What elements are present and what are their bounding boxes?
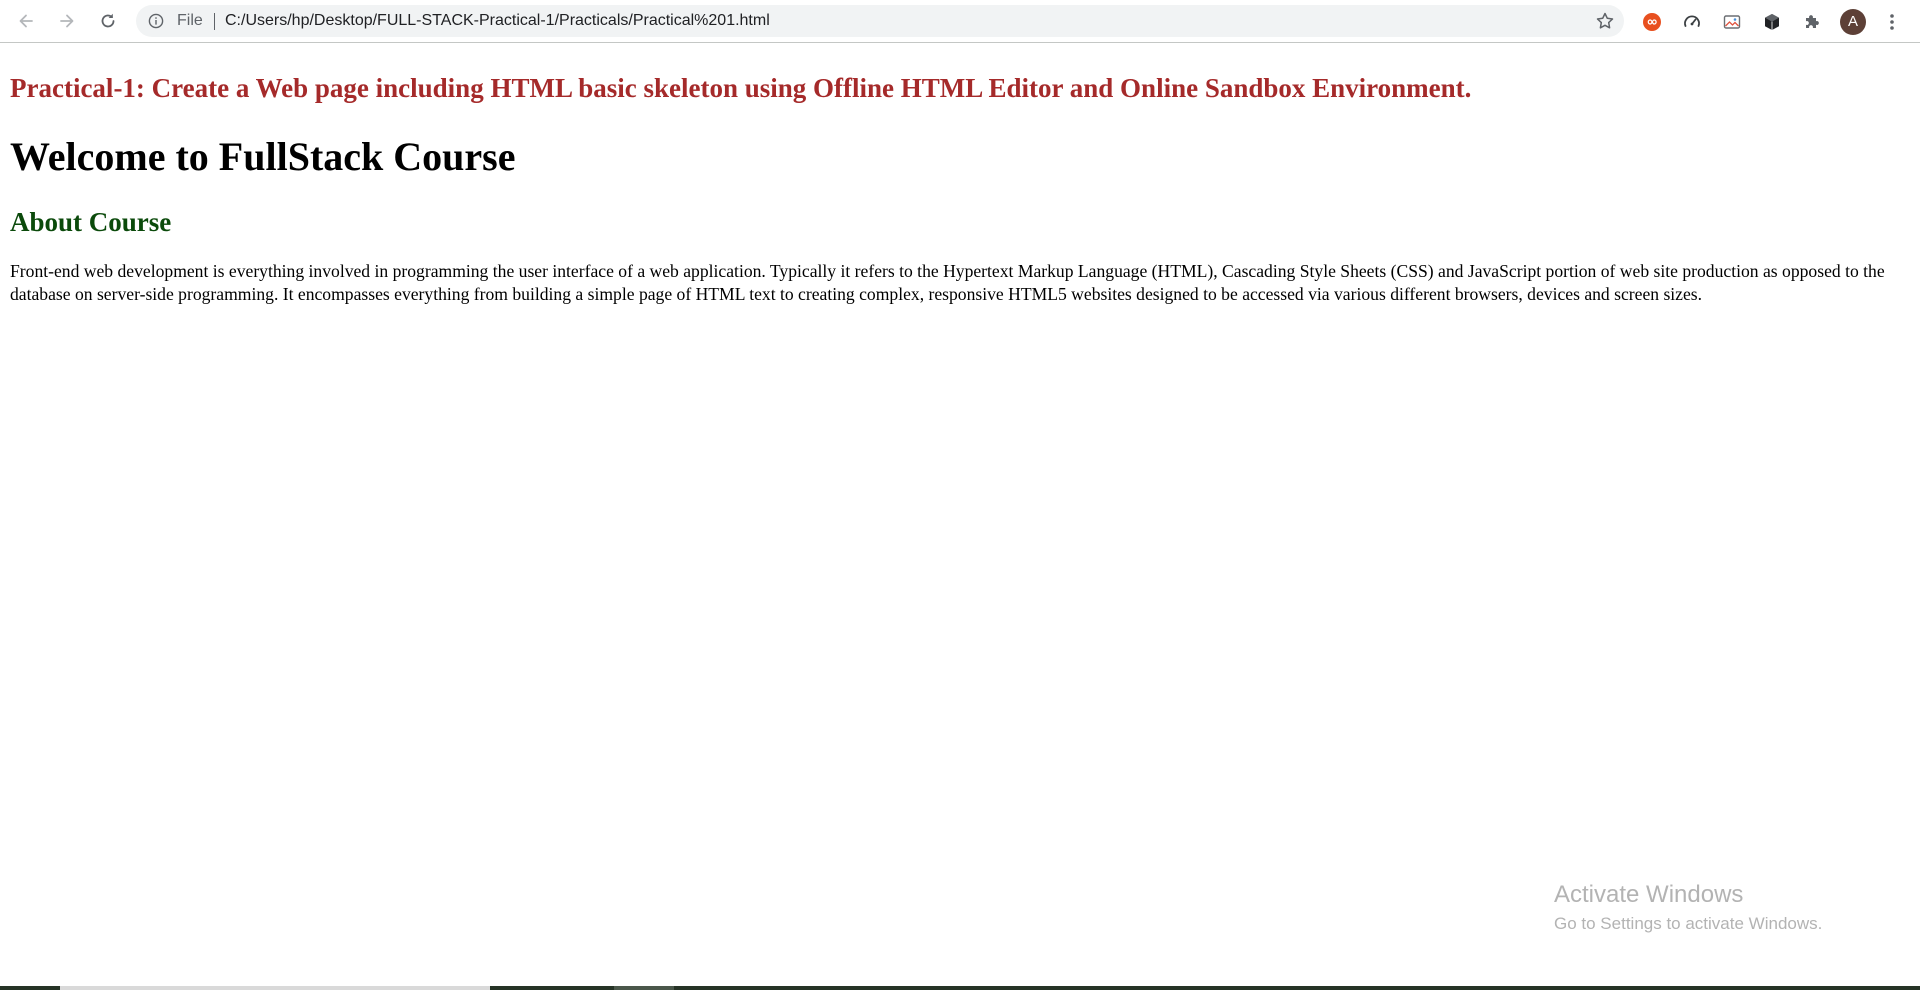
welcome-heading: Welcome to FullStack Course [10,134,516,179]
page-content: Practical-1: Create a Web page including… [10,70,1910,306]
forward-button[interactable] [53,7,81,35]
image-extension-icon[interactable] [1721,11,1743,33]
address-bar[interactable]: File C:/Users/hp/Desktop/FULL-STACK-Prac… [136,5,1624,37]
practical-title: Practical-1: Create a Web page including… [10,73,1472,103]
info-icon[interactable] [148,13,164,29]
forward-arrow-icon [60,14,74,28]
cube-extension-icon[interactable] [1761,11,1783,33]
infinity-extension-icon[interactable] [1641,11,1663,33]
browser-menu-button[interactable] [1882,9,1902,35]
taskbar-edge [0,986,1920,990]
reload-icon [101,13,115,28]
kebab-menu-icon [1890,14,1894,30]
address-url[interactable]: C:/Users/hp/Desktop/FULL-STACK-Practical… [225,12,770,30]
activate-windows-watermark: Activate Windows Go to Settings to activ… [1554,880,1822,935]
watermark-title: Activate Windows [1554,881,1744,908]
back-arrow-icon [19,14,33,28]
browser-toolbar: File C:/Users/hp/Desktop/FULL-STACK-Prac… [0,0,1920,43]
reload-button[interactable] [94,7,122,35]
watermark-subtitle: Go to Settings to activate Windows. [1554,914,1823,933]
about-course-heading: About Course [10,207,172,237]
taskbar-edge-segment [60,986,490,990]
puzzle-extensions-icon[interactable] [1801,11,1823,33]
address-divider [214,13,215,30]
star-icon[interactable] [1595,11,1615,31]
speedometer-extension-icon[interactable] [1681,11,1703,33]
profile-avatar[interactable]: A [1840,9,1866,35]
address-scheme: File [177,12,203,29]
back-button[interactable] [12,7,40,35]
taskbar-edge-segment [614,986,674,990]
course-description: Front-end web development is everything … [10,261,1885,304]
